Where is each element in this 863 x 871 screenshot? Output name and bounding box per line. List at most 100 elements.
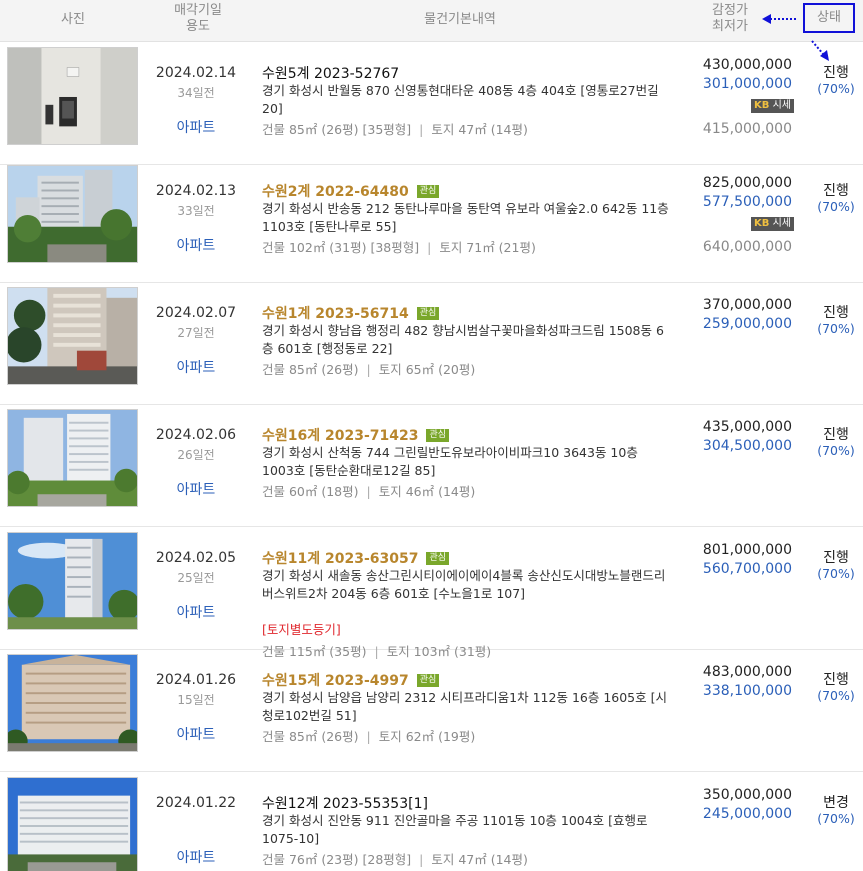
usage-type-link[interactable]: 아파트	[146, 235, 246, 255]
usage-type-link[interactable]: 아파트	[146, 847, 246, 867]
area-info: 건물 85㎡ (26평) [35평형] | 토지 47㎡ (14평)	[262, 119, 528, 138]
header-usage-label: 용도	[186, 19, 210, 34]
area-separator: |	[366, 729, 371, 744]
case-number-link[interactable]: 수원11계 2023-63057 관심	[262, 548, 450, 568]
interest-badge: 관심	[426, 552, 450, 565]
auction-date: 2024.01.22	[155, 795, 237, 811]
property-address: 경기 화성시 남양읍 남양리 2312 시티프라디움1차 112동 16층 16…	[262, 690, 667, 723]
price-percent: (70%)	[817, 321, 855, 336]
building-area: 건물 85㎡ (26평)	[262, 729, 359, 744]
minimum-price: 338,100,000	[702, 683, 792, 699]
days-ago: 33일전	[177, 204, 215, 218]
land-area: 토지 62㎡ (19평)	[378, 729, 476, 744]
case-number-link[interactable]: 수원1계 2023-56714 관심	[262, 303, 440, 323]
listing-row[interactable]: 2024.02.05 25일전 아파트 수원11계 2023-63057 관심 경기 화성…	[0, 527, 863, 659]
property-photo[interactable]	[7, 165, 138, 263]
header-photo: 사진	[61, 12, 85, 27]
land-area: 토지 47㎡ (14평)	[431, 122, 528, 137]
property-photo[interactable]	[7, 532, 138, 630]
appraisal-price: 825,000,000	[702, 175, 792, 191]
property-photo[interactable]	[7, 47, 138, 145]
building-area: 건물 102㎡ (31평) [38평형]	[262, 240, 420, 255]
header-info: 물건기본내역	[424, 12, 496, 27]
listing-row[interactable]: 2024.01.22 아파트 수원12계 2023-55353[1] 경기 화성시 진…	[0, 772, 863, 871]
case-number-link[interactable]: 수원2계 2022-64480 관심	[262, 181, 440, 201]
list-header: 사진 매각기일 용도 물건기본내역 감정가 최저가 상태	[0, 0, 863, 42]
market-price-label: 시세	[772, 218, 791, 229]
case-number: 수원12계 2023-55353[1]	[262, 796, 428, 812]
auction-date: 2024.02.13	[155, 183, 237, 199]
listing-row[interactable]: 2024.02.06 26일전 아파트 수원16계 2023-71423 관심 경기 화성…	[0, 404, 863, 527]
appraisal-price: 483,000,000	[702, 664, 792, 680]
area-separator: |	[427, 240, 432, 255]
case-number: 수원16계 2023-71423	[262, 428, 419, 444]
land-area: 토지 65㎡ (20평)	[378, 362, 476, 377]
listing-row[interactable]: 2024.01.26 15일전아파트 수원15계 2023-4997 관심 경기 화성시…	[0, 649, 863, 772]
interest-badge: 관심	[416, 307, 440, 320]
header-date-usage[interactable]: 매각기일 용도	[146, 3, 250, 35]
auction-date: 2024.02.14	[155, 65, 237, 81]
header-status-sort[interactable]: 상태	[803, 3, 855, 33]
market-price-button[interactable]: KB 시세	[751, 217, 794, 231]
case-number-link[interactable]: 수원15계 2023-4997 관심	[262, 670, 440, 690]
auction-status: 진행	[823, 550, 849, 566]
area-separator: |	[366, 362, 371, 377]
building-area: 건물 85㎡ (26평)	[262, 362, 359, 377]
area-info: 건물 85㎡ (26평) | 토지 65㎡ (20평)	[262, 359, 475, 378]
area-info: 건물 85㎡ (26평) | 토지 62㎡ (19평)	[262, 726, 475, 745]
property-photo[interactable]	[7, 654, 138, 752]
property-address: 경기 화성시 반월동 870 신영통현대타운 408동 4층 404호 [영통로…	[262, 83, 659, 116]
case-number-link[interactable]: 수원5계 2023-52767	[262, 63, 399, 83]
land-area: 토지 47㎡ (14평)	[431, 852, 528, 867]
listing-row[interactable]: 2024.02.14 34일전 아파트 수원5계 2023-52767 경기 화성시 반…	[0, 42, 863, 165]
property-photo[interactable]	[7, 287, 138, 385]
area-info: 건물 60㎡ (18평) | 토지 46㎡ (14평)	[262, 481, 475, 500]
case-number: 수원5계 2023-52767	[262, 66, 400, 82]
area-info: 건물 102㎡ (31평) [38평형] | 토지 71㎡ (21평)	[262, 237, 536, 256]
minimum-price: 259,000,000	[702, 316, 792, 332]
case-number: 수원1계 2023-56714	[262, 306, 409, 322]
appraisal-price: 430,000,000	[702, 57, 792, 73]
auction-status: 진행	[823, 65, 849, 81]
days-ago: 25일전	[177, 571, 215, 585]
days-ago: 15일전	[177, 693, 215, 707]
property-address: 경기 화성시 향남읍 행정리 482 향남시범살구꽃마을화성파크드림 1508동…	[262, 323, 664, 356]
property-address: 경기 화성시 새솔동 송산그린시티이에이에이4블록 송산신도시대방노블랜드리버스…	[262, 568, 666, 601]
area-separator: |	[419, 122, 424, 137]
building-area: 건물 85㎡ (26평) [35평형]	[262, 122, 412, 137]
header-appraisal-label: 감정가	[712, 3, 748, 18]
property-address: 경기 화성시 진안동 911 진안골마을 주공 1101동 10층 1004호 …	[262, 813, 648, 846]
header-price[interactable]: 감정가 최저가	[690, 3, 770, 35]
usage-type-link[interactable]: 아파트	[146, 724, 246, 744]
minimum-price: 560,700,000	[702, 561, 792, 577]
price-percent: (70%)	[817, 81, 855, 96]
appraisal-price: 370,000,000	[702, 297, 792, 313]
case-number: 수원2계 2022-64480	[262, 184, 409, 200]
market-price: 415,000,000	[702, 121, 792, 137]
property-address: 경기 화성시 산척동 744 그린릴반도유보라아이비파크10 3643동 10층…	[262, 445, 638, 478]
area-info: 건물 76㎡ (23평) [28평형] | 토지 47㎡ (14평)	[262, 849, 528, 868]
kb-logo-icon: KB	[754, 218, 770, 229]
price-percent: (70%)	[817, 566, 855, 581]
price-percent: (70%)	[817, 811, 855, 826]
auction-status: 진행	[823, 305, 849, 321]
usage-type-link[interactable]: 아파트	[146, 479, 246, 499]
case-number: 수원15계 2023-4997	[262, 673, 409, 689]
property-photo[interactable]	[7, 409, 138, 507]
minimum-price: 577,500,000	[702, 194, 792, 210]
auction-status: 진행	[823, 183, 849, 199]
building-area: 건물 60㎡ (18평)	[262, 484, 359, 499]
usage-type-link[interactable]: 아파트	[146, 357, 246, 377]
case-number-link[interactable]: 수원16계 2023-71423 관심	[262, 425, 450, 445]
appraisal-price: 435,000,000	[702, 419, 792, 435]
usage-type-link[interactable]: 아파트	[146, 602, 246, 622]
listing-row[interactable]: 2024.02.07 27일전 아파트 수원1계 2023-56714 관심 경기 화성시…	[0, 282, 863, 405]
auction-status: 진행	[823, 672, 849, 688]
auction-date: 2024.01.26	[155, 672, 237, 688]
case-number-link[interactable]: 수원12계 2023-55353[1]	[262, 793, 428, 813]
appraisal-price: 801,000,000	[702, 542, 792, 558]
market-price-button[interactable]: KB 시세	[751, 99, 794, 113]
listing-row[interactable]: 2024.02.13 33일전 아파트 수원2계 2022-64480 관심 경기 화성시…	[0, 160, 863, 283]
property-photo[interactable]	[7, 777, 138, 871]
usage-type-link[interactable]: 아파트	[146, 117, 246, 137]
